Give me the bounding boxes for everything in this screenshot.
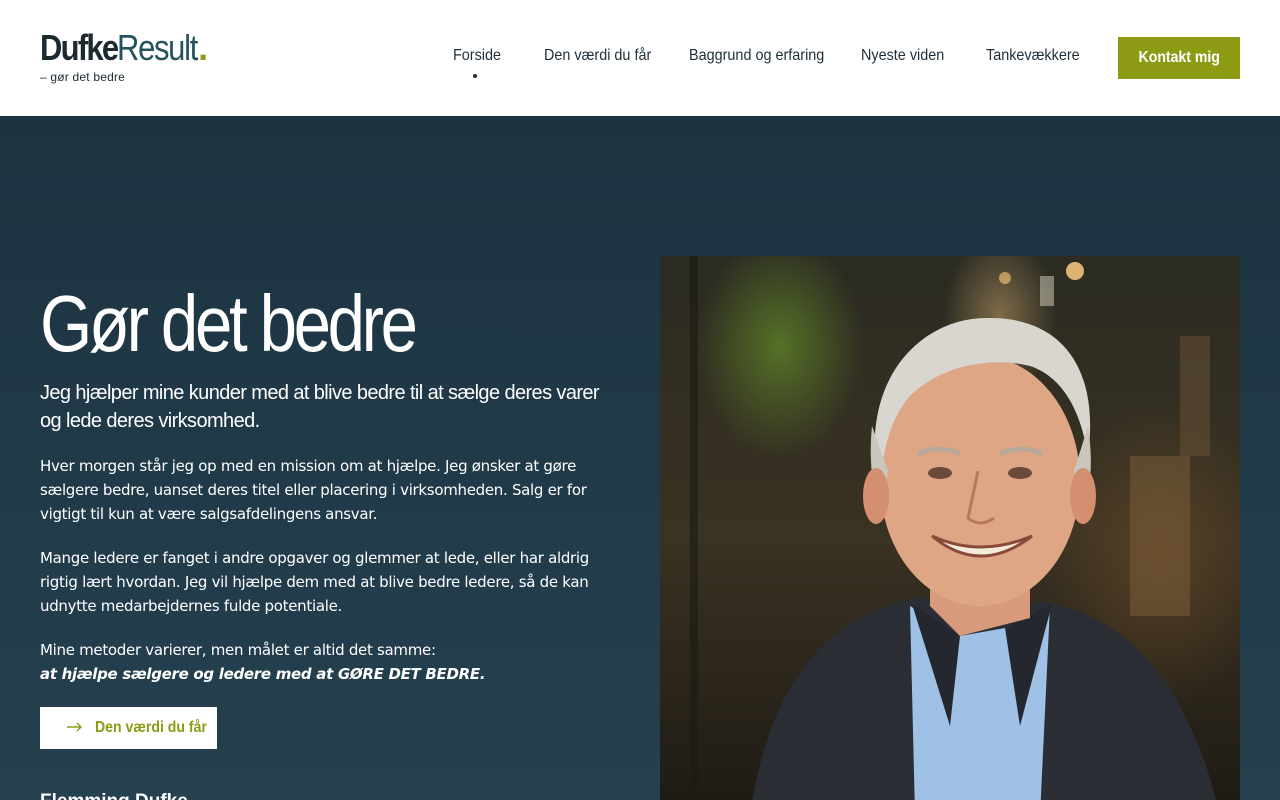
nav-item-den-vaerdi-du-faar[interactable]: Den værdi du får [544, 47, 651, 65]
main-nav: Forside Den værdi du får Baggrund og erf… [0, 47, 1280, 69]
contact-button[interactable]: Kontakt mig [1118, 37, 1240, 79]
hero-paragraph-3-emphasis: at hjælpe sælgere og ledere med at GØRE … [40, 665, 486, 683]
site-header: Dufke Result . – gør det bedre Forside D… [0, 0, 1280, 116]
active-nav-indicator [473, 74, 477, 78]
signature-name: Flemming Dufke [40, 791, 188, 800]
hero-paragraph-1: Hver morgen står jeg op med en mission o… [40, 457, 587, 523]
hero-paragraph-2: Mange ledere er fanget i andre opgaver o… [40, 549, 590, 615]
logo-tagline: – gør det bedre [40, 70, 126, 84]
portrait-photo [660, 256, 1240, 800]
nav-item-tankevaekkere[interactable]: Tankevækkere [986, 47, 1080, 65]
nav-item-forside[interactable]: Forside [453, 47, 501, 65]
contact-button-label: Kontakt mig [1138, 49, 1220, 66]
nav-item-nyeste-viden[interactable]: Nyeste viden [861, 47, 944, 65]
value-button-label: Den værdi du får [95, 719, 207, 736]
hero-lead: Jeg hjælper mine kunder med at blive bed… [40, 382, 600, 432]
hero-paragraph-3-text: Mine metoder varierer, men målet er alti… [40, 641, 436, 659]
hero-headline: Gør det bedre [40, 279, 418, 368]
arrow-right-icon [67, 720, 83, 736]
hero-paragraph-3: Mine metoder varierer, men målet er alti… [40, 638, 620, 686]
nav-item-baggrund-og-erfaring[interactable]: Baggrund og erfaring [689, 47, 824, 65]
hero-section: Gør det bedre Jeg hjælper mine kunder me… [0, 116, 1280, 800]
value-button[interactable]: Den værdi du får [40, 707, 217, 749]
